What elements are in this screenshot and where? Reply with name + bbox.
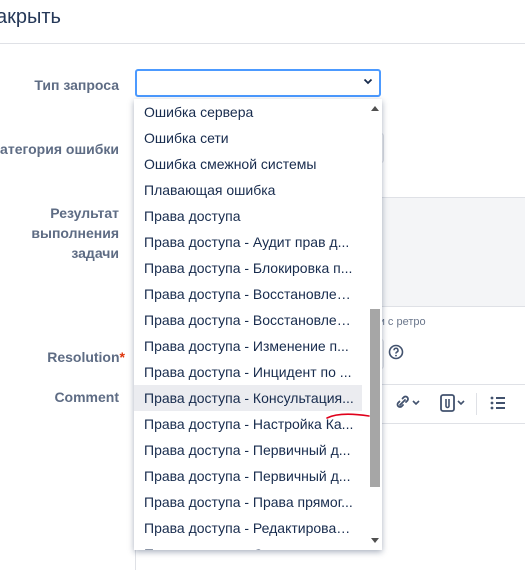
dropdown-option[interactable]: Права доступа - Права прямог... [134, 489, 354, 515]
dropdown-option[interactable]: Права доступа - Восстановлен... [134, 281, 354, 307]
dropdown-scrollbar[interactable] [368, 99, 382, 550]
help-icon[interactable] [388, 344, 404, 360]
dropdown-option[interactable]: Права доступа - Редактирован... [134, 515, 354, 541]
dropdown-option[interactable]: Ошибка смежной системы [134, 151, 354, 177]
dropdown-option[interactable]: Права доступа - Блокировка п... [134, 255, 354, 281]
resolution-label: Resolution* [47, 349, 125, 365]
result-label-line2: выполнения [31, 225, 119, 241]
dropdown-option[interactable]: Права доступа - Аудит прав д... [134, 229, 354, 255]
comment-label: Comment [54, 389, 119, 405]
dropdown-option[interactable]: Права доступа - Первичный д... [134, 437, 354, 463]
request-type-select[interactable] [135, 69, 381, 97]
header-divider [0, 43, 525, 44]
dropdown-option[interactable]: Права доступа - Изменение п... [134, 333, 354, 359]
error-category-label: Категория ошибки [0, 141, 119, 157]
dropdown-option[interactable]: Ошибка сервера [134, 99, 354, 125]
dropdown-option[interactable]: Права доступа - Восстановлен... [134, 307, 354, 333]
comment-toolbar [366, 384, 525, 424]
dropdown-option[interactable]: Ошибка сети [134, 125, 354, 151]
result-label-line3: задачи [71, 245, 119, 261]
toolbar-separator [476, 393, 477, 415]
link-icon[interactable] [394, 393, 424, 413]
result-label-line1: Результат [50, 205, 119, 221]
required-marker: * [119, 349, 125, 365]
dropdown-option[interactable]: Права доступа - Инцидент по ... [134, 359, 354, 385]
scroll-up-arrow-icon[interactable] [371, 105, 379, 111]
result-textarea[interactable] [370, 197, 525, 307]
scroll-down-arrow-icon[interactable] [371, 538, 379, 544]
dropdown-option[interactable]: Плавающая ошибка [134, 177, 354, 203]
chevron-down-icon [363, 78, 373, 85]
request-type-label: Тип запроса [34, 77, 119, 93]
resolution-label-text: Resolution [47, 349, 120, 365]
bullet-list-icon[interactable] [488, 393, 508, 413]
request-type-dropdown[interactable]: Ошибка сервера Ошибка сети Ошибка смежно… [134, 99, 382, 550]
dropdown-option[interactable]: Права доступа - Первичный д... [134, 463, 354, 489]
dropdown-option[interactable]: Права доступа [134, 203, 354, 229]
red-underline-annotation [326, 413, 370, 419]
dropdown-option[interactable]: Права доступа - Настройка Ка... [134, 411, 354, 437]
attachment-icon[interactable] [438, 393, 468, 413]
dropdown-option[interactable]: Права доступа - С... [134, 541, 354, 550]
scrollbar-thumb[interactable] [370, 309, 380, 487]
dialog-title: акрыть [0, 6, 61, 28]
